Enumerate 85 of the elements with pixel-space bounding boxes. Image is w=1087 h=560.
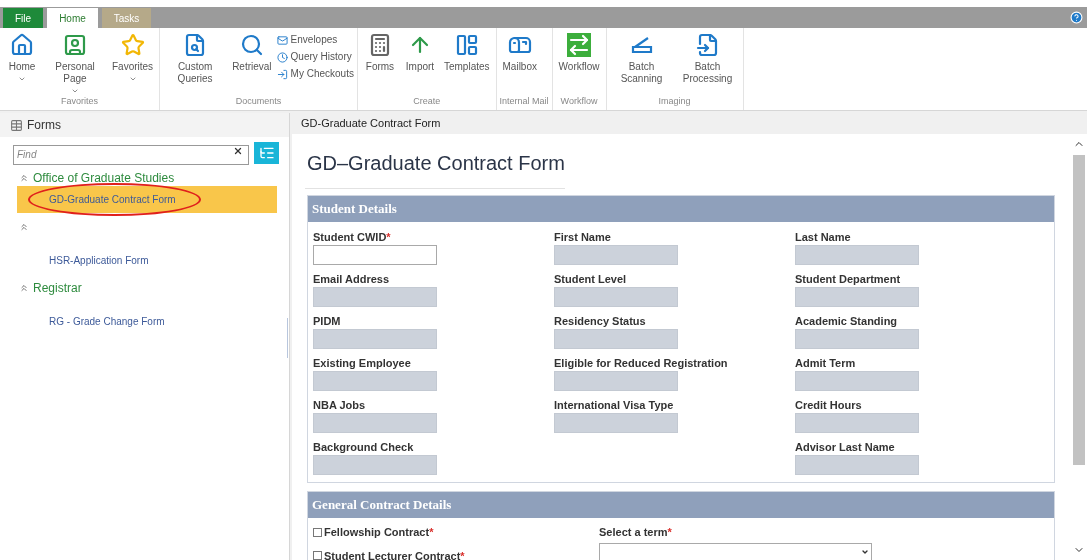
caret-icon	[18, 75, 26, 83]
ribbon-button[interactable]: Forms	[360, 33, 399, 95]
field-label: First Name	[554, 230, 611, 245]
form-title: GD–Graduate Contract Form	[305, 148, 565, 189]
ribbon-button[interactable]: Personal Page	[43, 33, 107, 95]
field-label: NBA Jobs	[313, 398, 366, 413]
caret-icon	[71, 87, 79, 95]
checkbox-label: Student Lecturer Contract	[324, 548, 461, 560]
caret-icon	[128, 75, 137, 83]
ribbon-small-button[interactable]: Query History	[276, 50, 354, 64]
ribbon-button[interactable]: Import	[400, 33, 439, 95]
field-label: Residency Status	[554, 314, 646, 329]
field-label: Student Department	[795, 272, 901, 287]
tree-item[interactable]: HSR-Application Form	[17, 247, 277, 274]
dropdown-icon[interactable]	[861, 548, 869, 556]
ribbon-button[interactable]: Favorites	[109, 33, 157, 95]
ribbon-button[interactable]: Batch Scanning	[609, 33, 674, 95]
field-label: International Visa Type	[554, 398, 674, 413]
checkbox[interactable]	[313, 551, 322, 560]
search-field[interactable]: Find	[13, 144, 249, 165]
user-card-icon	[63, 33, 87, 57]
clear-icon[interactable]	[233, 146, 243, 156]
checkbox[interactable]	[313, 527, 322, 537]
ribbon-button[interactable]: Templates	[440, 33, 493, 95]
required-mark: *	[667, 526, 672, 538]
help-icon[interactable]	[1070, 11, 1083, 24]
required-mark: *	[460, 548, 465, 560]
group-label: Favorites	[60, 95, 100, 108]
tree-item[interactable]: GD-Graduate Contract Form	[17, 186, 277, 213]
ribbon-small-button[interactable]: My Checkouts	[276, 67, 354, 81]
envelope-icon	[276, 34, 288, 46]
group-label: Imaging	[657, 94, 692, 108]
field-label: Last Name	[795, 230, 851, 245]
panels-icon	[454, 33, 479, 57]
home-icon	[10, 33, 34, 57]
group-label: Documents	[234, 94, 283, 108]
field-label: Admit Term	[795, 356, 856, 371]
field-label: Academic Standing	[795, 314, 898, 329]
field-label: Credit Hours	[795, 398, 862, 413]
group-label: Workflow	[559, 94, 599, 108]
tree-view-button[interactable]	[254, 142, 279, 164]
collapse-icon[interactable]	[19, 283, 29, 293]
text-field[interactable]	[313, 245, 437, 265]
field-label: Email Address	[313, 272, 389, 287]
group-label: Internal Mail	[499, 94, 549, 108]
field-label: Eligible for Reduced Registration	[554, 356, 728, 371]
ribbon-button[interactable]: Custom Queries	[163, 33, 228, 95]
sidebar-title: Forms	[27, 117, 61, 134]
tree-item[interactable]: RG - Grade Change Form	[17, 308, 277, 335]
ribbon-tab[interactable]: Home	[47, 8, 98, 28]
tree-group[interactable]: Registrar	[33, 279, 82, 297]
field-label: Existing Employee	[313, 356, 411, 371]
scrollbar[interactable]	[1070, 134, 1087, 560]
ribbon-button[interactable]: Retrieval	[229, 33, 275, 95]
field-label: Advisor Last Name	[795, 440, 895, 455]
field-label: Background Check	[313, 440, 414, 455]
search-icon	[239, 33, 264, 57]
list-tree-icon	[258, 145, 275, 161]
group-label: Create	[412, 94, 442, 108]
field-label: PIDM	[313, 314, 341, 329]
select-field[interactable]	[599, 542, 872, 560]
collapse-icon[interactable]	[19, 222, 29, 232]
ribbon-small-button[interactable]: Envelopes	[276, 33, 354, 47]
exchange-arrows-icon	[567, 33, 592, 57]
ribbon-button[interactable]: Batch Processing	[675, 33, 740, 95]
panel-title: GD-Graduate Contract Form	[301, 116, 441, 132]
star-icon	[120, 33, 145, 57]
field-label: Select a term*	[599, 525, 672, 540]
ribbon-button[interactable]: Mailbox	[499, 33, 540, 95]
field-label: Student CWID*	[313, 230, 391, 245]
table-icon	[10, 118, 23, 132]
tree-group[interactable]: Office of Graduate Studies	[33, 169, 175, 187]
clock-icon	[276, 51, 288, 63]
checkbox-label: Fellowship Contract	[324, 525, 430, 540]
collapse-icon[interactable]	[19, 173, 29, 183]
required-mark: *	[386, 231, 391, 243]
arrow-into-box-icon	[276, 68, 288, 80]
ribbon-tab[interactable]: File	[3, 8, 44, 28]
field-label: Student Level	[554, 272, 627, 287]
document-arrow-icon	[695, 33, 720, 57]
ribbon-button[interactable]: Workflow	[555, 33, 603, 95]
ribbon-button[interactable]: Home	[3, 33, 41, 95]
required-mark: *	[429, 525, 434, 540]
section-header: General Contract Details	[308, 492, 1054, 518]
section-header: Student Details	[308, 196, 1054, 222]
